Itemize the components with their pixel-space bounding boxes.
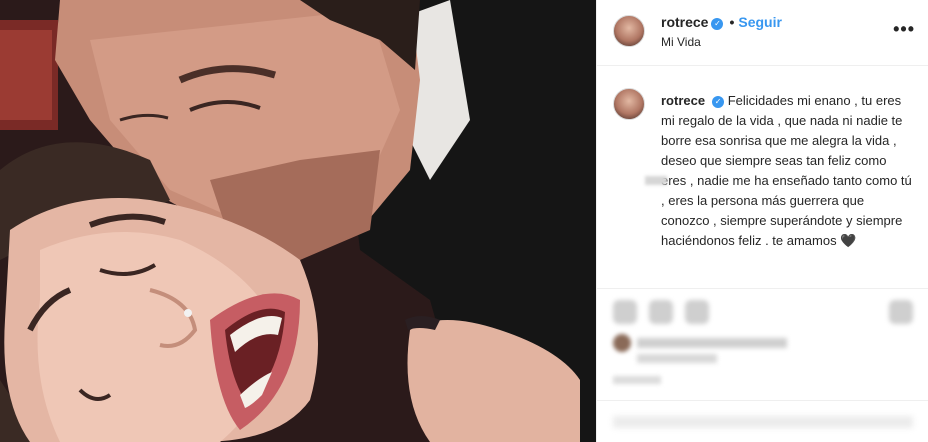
- caption-verified-badge-icon: ✓: [712, 96, 725, 108]
- post-date-blurred: [613, 376, 661, 384]
- liked-by-text-blurred[interactable]: [637, 338, 787, 348]
- caption-username[interactable]: rotrece: [661, 93, 705, 108]
- actions-divider: [597, 288, 928, 289]
- comment-icon[interactable]: [649, 300, 673, 324]
- like-icon[interactable]: [613, 300, 637, 324]
- save-icon[interactable]: [889, 300, 913, 324]
- share-icon[interactable]: [685, 300, 709, 324]
- black-heart-emoji: 🖤: [840, 234, 857, 249]
- photo-illustration: [0, 0, 596, 442]
- author-username[interactable]: rotrece: [661, 14, 708, 30]
- post-location[interactable]: Mi Vida: [661, 35, 701, 49]
- caption-avatar[interactable]: [613, 88, 645, 120]
- liked-by-avatar[interactable]: [613, 334, 631, 352]
- author-avatar[interactable]: [613, 15, 645, 47]
- caption-timestamp-blurred: [645, 176, 667, 185]
- more-options-icon[interactable]: •••: [893, 19, 915, 40]
- comment-divider: [597, 400, 928, 401]
- caption-text: rotrece ✓ Felicidades mi enano , tu eres …: [661, 91, 913, 252]
- author-row: rotrece ✓ • Seguir: [661, 14, 782, 32]
- verified-badge-icon: ✓: [711, 18, 724, 30]
- post-header: rotrece ✓ • Seguir Mi Vida •••: [597, 0, 928, 66]
- post-sidebar: rotrece ✓ • Seguir Mi Vida ••• rotrece ✓ Fel…: [596, 0, 928, 442]
- separator-dot: •: [729, 14, 735, 30]
- caption-body: Felicidades mi enano , tu eres mi regalo…: [661, 93, 912, 248]
- liked-by-text-blurred-2: [637, 354, 717, 363]
- add-comment-field-blurred[interactable]: [613, 416, 913, 428]
- post-photo[interactable]: [0, 0, 596, 442]
- follow-button[interactable]: Seguir: [738, 14, 782, 30]
